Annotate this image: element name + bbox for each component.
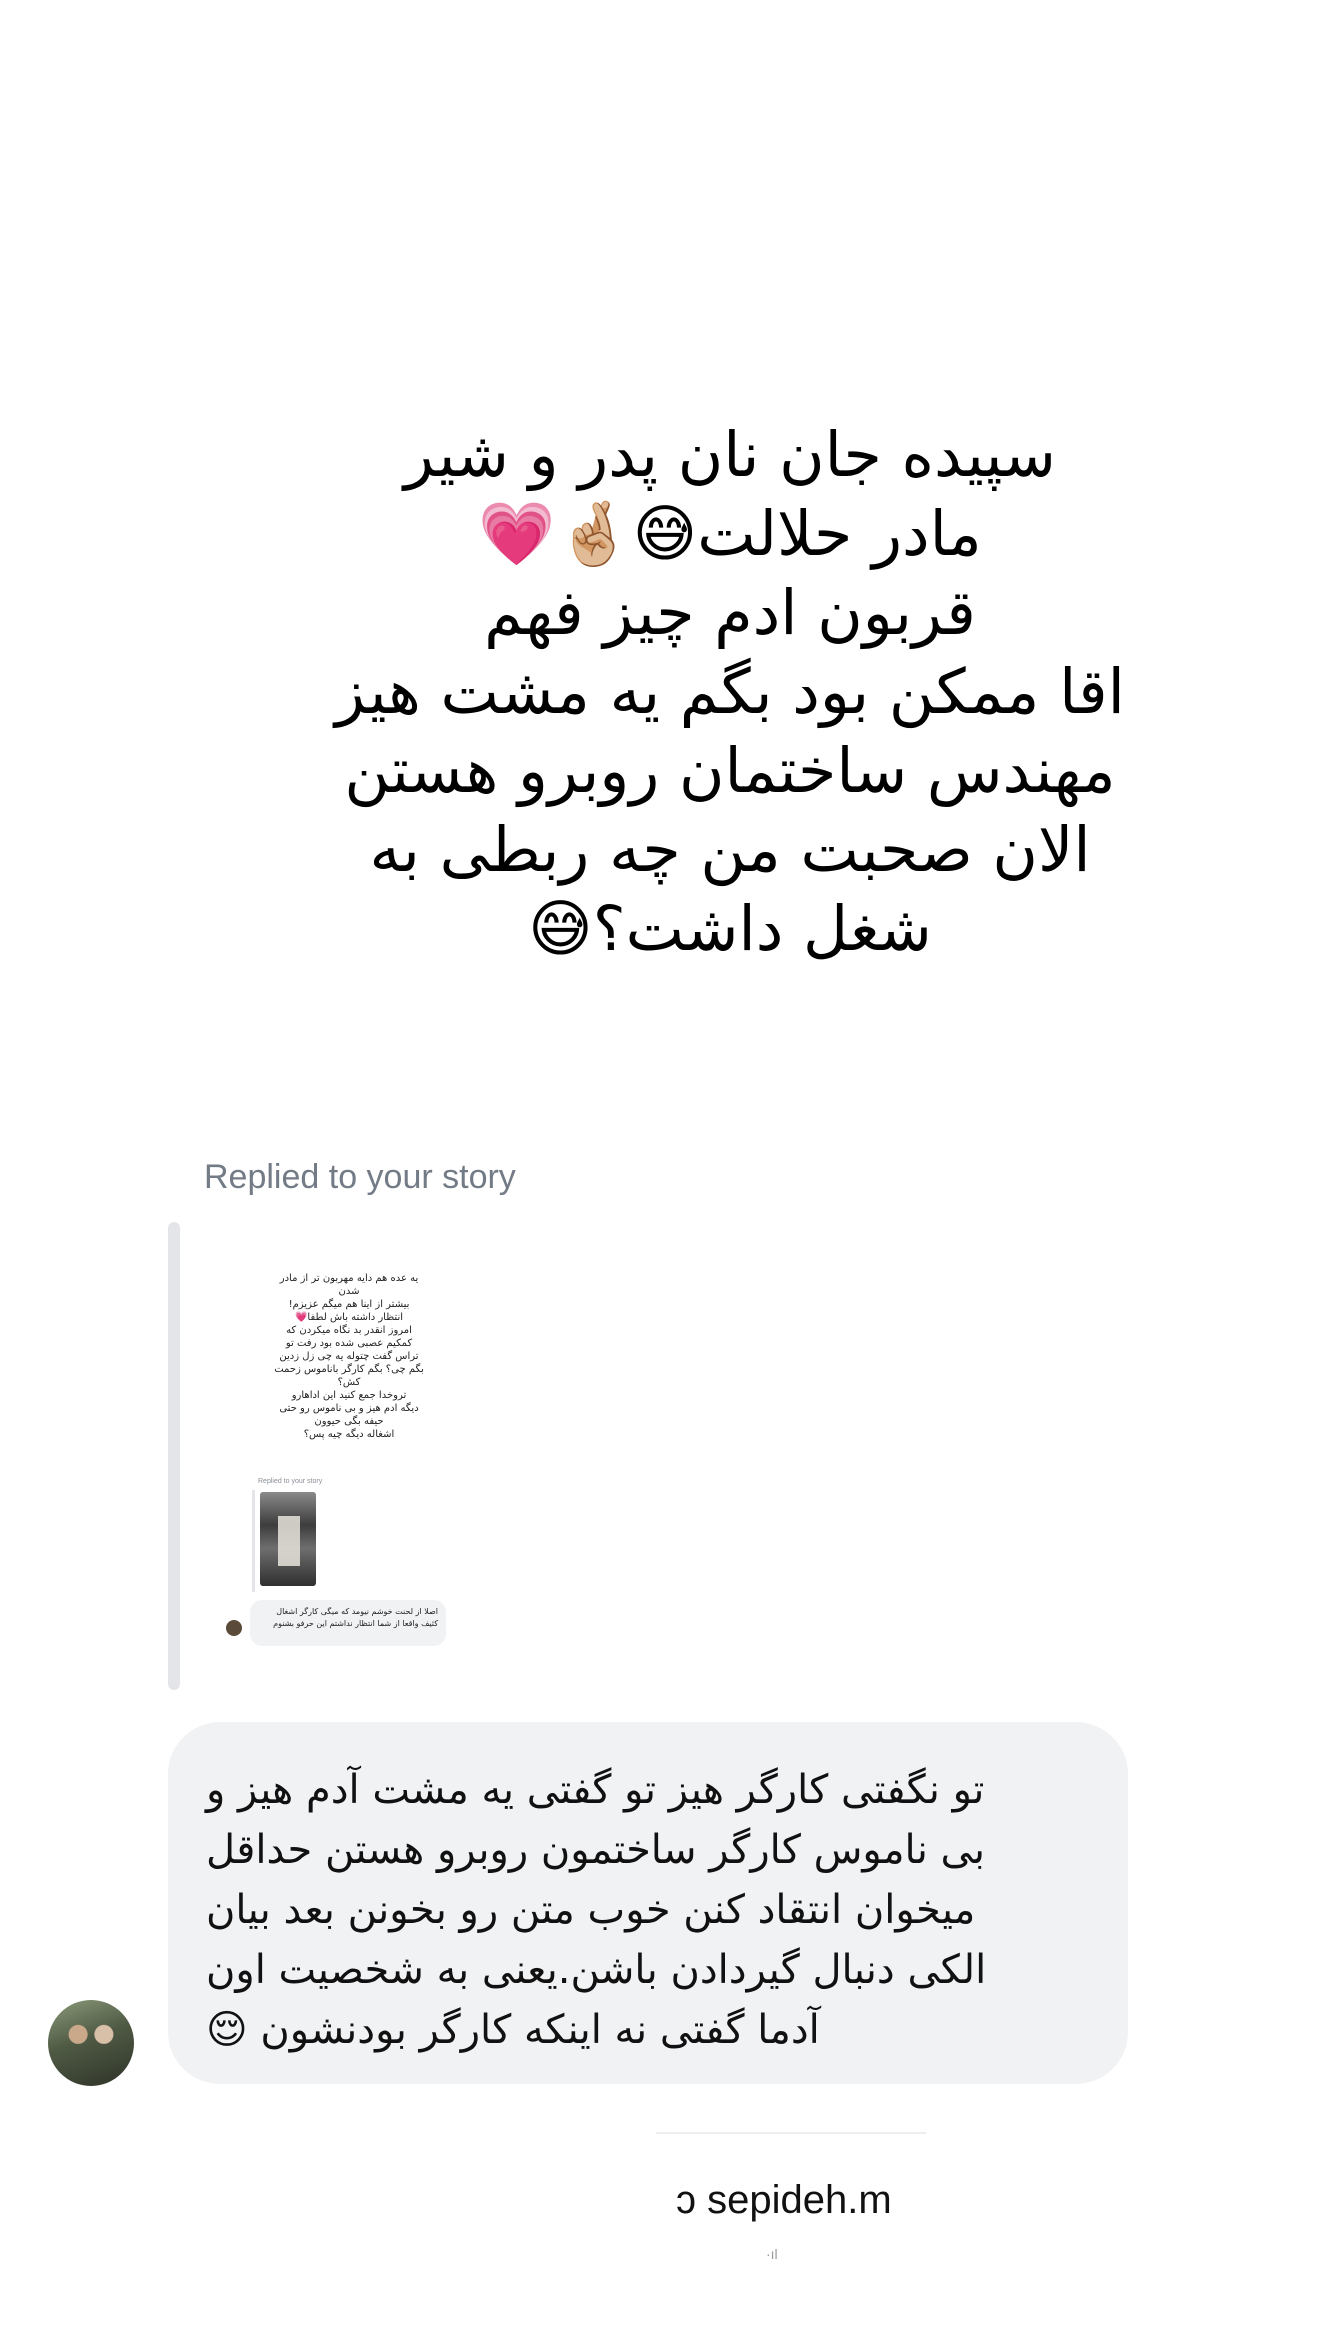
story-line: شغل داشت؟😅: [528, 892, 932, 965]
story-thumbnail[interactable]: یه عده هم دایه مهربون تر از مادر شدن بیش…: [216, 1242, 460, 1652]
thumbnail-story-text: یه عده هم دایه مهربون تر از مادر شدن بیش…: [274, 1273, 424, 1440]
story-line: سپیده جان نان پدر و شیر: [404, 418, 1056, 491]
thumbnail-quote-bar: [252, 1490, 255, 1592]
message-line: بی ناموس کارگر ساختمون روبرو هستن حداقل: [206, 1827, 986, 1873]
divider: [656, 2132, 926, 2134]
story-line: اقا ممکن بود بگم یه مشت هیز: [335, 655, 1125, 728]
message-line: میخوان انتقاد کنن خوب متن رو بخونن بعد ب…: [206, 1887, 976, 1933]
thumbnail-message-bubble: اصلا از لحنت خوشم نیومد که میگی کارگر اش…: [250, 1600, 446, 1646]
replied-to-story-label: Replied to your story: [204, 1158, 516, 1196]
message-text: تو نگفتی کارگر هیز تو گفتی یه مشت آدم هی…: [206, 1760, 1076, 2060]
story-text: سپیده جان نان پدر و شیر مادر حلالت😅🤞🏼💗 ق…: [300, 415, 1160, 968]
thumbnail-avatar: [226, 1620, 242, 1636]
story-line: قربون ادم چیز فهم: [484, 576, 976, 649]
sender-avatar[interactable]: [48, 2000, 134, 2086]
username-label: ɔ sepideh.m: [676, 2178, 892, 2222]
thumbnail-replied-label: Replied to your story: [258, 1478, 323, 1485]
story-line: مادر حلالت😅🤞🏼💗: [478, 497, 982, 570]
message-bubble[interactable]: تو نگفتی کارگر هیز تو گفتی یه مشت آدم هی…: [168, 1722, 1128, 2084]
message-line: آدما گفتی نه اینکه کارگر بودنشون 😌: [206, 2007, 820, 2053]
thumbnail-story-image: [260, 1492, 316, 1586]
signal-icon: ·ıl: [766, 2246, 778, 2262]
story-line: مهندس ساختمان روبرو هستن: [344, 734, 1116, 807]
reply-quote-bar: [168, 1222, 180, 1690]
story-line: الان صحبت من چه ربطی به: [369, 813, 1091, 886]
message-line: تو نگفتی کارگر هیز تو گفتی یه مشت آدم هی…: [206, 1767, 985, 1813]
message-line: الکی دنبال گیردادن باشن.یعنی به شخصیت او…: [206, 1947, 987, 1993]
